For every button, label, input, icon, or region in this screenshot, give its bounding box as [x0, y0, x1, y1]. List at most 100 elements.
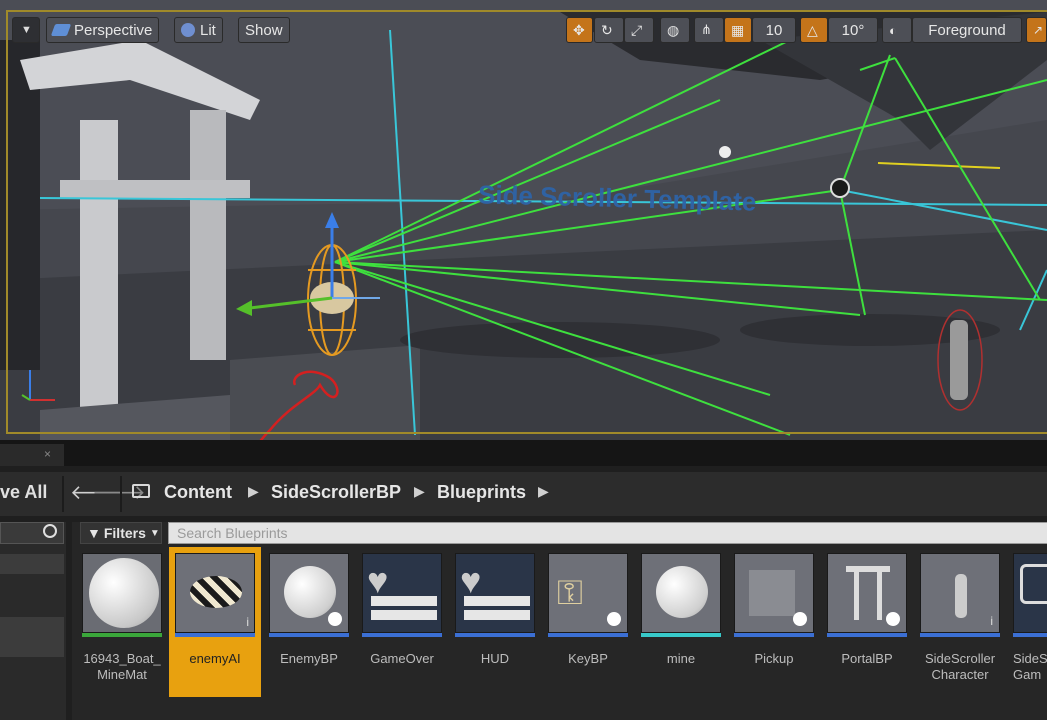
- layer-icon-button[interactable]: ◐: [882, 17, 912, 43]
- torii-post: [854, 572, 859, 620]
- asset-label: SideS Gam: [1013, 651, 1047, 682]
- widget-bar: [371, 610, 437, 620]
- asset-label: mine: [666, 651, 696, 666]
- search-blueprints-input[interactable]: Search Blueprints: [168, 522, 1047, 544]
- asset-tile[interactable]: ♥ GameOver: [362, 553, 442, 691]
- scale-tool-button[interactable]: ⤢: [624, 17, 654, 43]
- world-local-toggle[interactable]: ◍: [660, 17, 690, 43]
- asset-type-bar: [269, 633, 349, 637]
- translate-tool-button[interactable]: ✥: [566, 17, 593, 43]
- asset-type-bar: [1013, 633, 1047, 637]
- grid-snap-value-label: 10: [765, 21, 783, 39]
- cube-icon: [50, 24, 72, 36]
- sphere-icon: [328, 612, 342, 626]
- grid-snap-value[interactable]: 10: [752, 17, 796, 43]
- content-browser: × ve All 🡐 🡒 Content ▶ SideScrollerBP ▶ …: [0, 440, 1047, 720]
- asset-tile[interactable]: mine: [641, 553, 721, 691]
- viewport-options-dropdown[interactable]: ▼: [12, 17, 40, 43]
- asset-tile[interactable]: ♥ HUD: [455, 553, 535, 691]
- blueprint-thumbnail: i: [920, 553, 1000, 633]
- folder-icon[interactable]: [132, 484, 150, 498]
- blueprint-thumbnail: [827, 553, 907, 633]
- rotate-icon: ↻: [601, 21, 613, 38]
- asset-tile[interactable]: SideS Gam: [1013, 553, 1047, 691]
- layer-dropdown-label: Foreground: [928, 21, 1006, 39]
- asset-type-bar: [362, 633, 442, 637]
- gamemode-thumbnail: [1013, 553, 1047, 633]
- breadcrumb-sidescrollerbp[interactable]: SideScrollerBP: [271, 482, 401, 503]
- widget-bar: [464, 596, 530, 606]
- surface-snap-icon: ⋔: [701, 22, 712, 37]
- folder-row[interactable]: [0, 637, 64, 657]
- asset-label: PortalBP: [841, 651, 893, 666]
- blueprint-thumbnail: ⚿: [548, 553, 628, 633]
- maximize-viewport-button[interactable]: ↗: [1026, 17, 1047, 43]
- asset-tile-selected[interactable]: i enemyAI: [169, 547, 261, 697]
- asset-label: HUD: [480, 651, 510, 666]
- asset-label: KeyBP: [568, 651, 608, 666]
- asset-type-bar: [548, 633, 628, 637]
- widget-bar: [371, 596, 437, 606]
- breadcrumb-blueprints[interactable]: Blueprints: [437, 482, 526, 503]
- asset-tile[interactable]: EnemyBP: [269, 553, 349, 691]
- material-thumbnail: [82, 553, 162, 633]
- perspective-button[interactable]: Perspective: [46, 17, 160, 43]
- asset-label: Pickup: [754, 651, 794, 666]
- filters-label: Filters: [103, 525, 146, 541]
- sphere-preview: [89, 558, 159, 628]
- asset-tile[interactable]: Pickup: [734, 553, 814, 691]
- key-icon: ⚿: [557, 574, 583, 612]
- grid-snap-toggle[interactable]: ▦: [724, 17, 752, 43]
- asset-tile[interactable]: ⚿ KeyBP: [548, 553, 628, 691]
- asset-type-bar: [827, 633, 907, 637]
- show-button[interactable]: Show: [238, 17, 290, 43]
- filters-button[interactable]: ▼ Filters ▼: [80, 522, 162, 544]
- info-icon: i: [990, 614, 993, 628]
- camera-speed-icon: ◐: [889, 22, 897, 38]
- blueprint-thumbnail: [269, 553, 349, 633]
- filter-icon: ▼: [87, 525, 101, 541]
- sphere-icon: [886, 612, 900, 626]
- asset-tile[interactable]: i SideScroller Character: [920, 553, 1000, 691]
- surface-snap-button[interactable]: ⋔: [694, 17, 724, 43]
- folder-row[interactable]: [0, 617, 64, 637]
- close-icon[interactable]: ×: [44, 447, 51, 461]
- folder-row[interactable]: [0, 554, 64, 574]
- asset-type-bar: [920, 633, 1000, 637]
- save-all-button[interactable]: ve All: [0, 482, 47, 503]
- asset-tile[interactable]: 16943_Boat_ MineMat: [82, 553, 162, 691]
- divider: [120, 476, 122, 512]
- sphere-icon: [607, 612, 621, 626]
- lit-button[interactable]: Lit: [174, 17, 223, 43]
- folder-search-input[interactable]: [0, 522, 64, 544]
- grid-icon: ▦: [731, 21, 745, 38]
- breadcrumb-arrow-icon[interactable]: ▶: [538, 483, 549, 500]
- divider: [62, 476, 64, 512]
- level-viewport[interactable]: Side Scroller Template ▼ Perspective Lit…: [0, 0, 1047, 440]
- asset-label: enemyAI: [189, 651, 241, 666]
- globe-icon: ◍: [667, 21, 680, 38]
- rotation-snap-toggle[interactable]: △: [800, 17, 828, 43]
- search-icon: [43, 524, 57, 538]
- layer-dropdown[interactable]: Foreground: [912, 17, 1022, 43]
- navigation-bar: ve All 🡐 🡒 Content ▶ SideScrollerBP ▶ Bl…: [0, 472, 1047, 516]
- breadcrumb-content[interactable]: Content: [164, 482, 232, 503]
- scale-icon: ⤢: [631, 21, 643, 38]
- rotate-tool-button[interactable]: ↻: [594, 17, 624, 43]
- asset-tile[interactable]: PortalBP: [827, 553, 907, 691]
- asset-label: GameOver: [370, 651, 434, 666]
- scene-render: [0, 0, 1047, 440]
- gamepad-icon: [1020, 564, 1047, 604]
- asset-label: 16943_Boat_ MineMat: [83, 651, 161, 682]
- lit-label: Lit: [200, 21, 216, 39]
- character-preview: [955, 574, 967, 618]
- content-browser-tab[interactable]: ×: [0, 444, 64, 466]
- asset-type-bar: [641, 633, 721, 637]
- breadcrumb-arrow-icon[interactable]: ▶: [414, 483, 425, 500]
- mine-preview: [656, 566, 708, 618]
- breadcrumb-arrow-icon[interactable]: ▶: [248, 483, 259, 500]
- camera-preview: [190, 576, 242, 608]
- sources-panel: [0, 522, 66, 720]
- rotation-snap-value[interactable]: 10°: [828, 17, 878, 43]
- widget-thumbnail: ♥: [362, 553, 442, 633]
